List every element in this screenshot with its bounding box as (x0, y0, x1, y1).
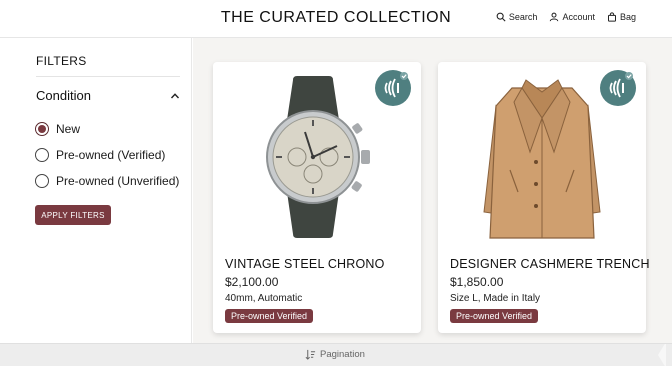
condition-option-preowned-verified[interactable]: Pre-owned (Verified) (35, 142, 179, 168)
chevron-up-icon (170, 92, 180, 98)
product-description: 40mm, Automatic (225, 293, 303, 304)
search-link[interactable]: Search (496, 12, 538, 22)
nfc-verified-badge[interactable] (600, 70, 636, 106)
nfc-verified-icon (384, 72, 408, 98)
condition-option-new[interactable]: New (35, 116, 179, 142)
nfc-verified-badge[interactable] (375, 70, 411, 106)
sort-icon (305, 349, 316, 360)
condition-badge: Pre-owned Verified (450, 309, 539, 323)
search-label: Search (508, 12, 538, 22)
account-label: Account (562, 12, 595, 22)
radio-label-preowned-verified: Pre-owned (Verified) (56, 148, 166, 162)
pagination-control[interactable]: Pagination (305, 349, 365, 360)
product-grid: VINTAGE STEEL CHRONO $2,100.00 40mm, Aut… (193, 38, 672, 343)
bag-link[interactable]: Bag (607, 12, 636, 22)
bag-icon (607, 12, 616, 22)
radio-label-preowned-unverified: Pre-owned (Unverified) (56, 174, 180, 188)
account-icon (550, 12, 559, 22)
header-nav: Search Account Bag (496, 12, 636, 22)
nfc-verified-icon (609, 72, 633, 98)
condition-options: New Pre-owned (Verified) Pre-owned (Unve… (35, 116, 179, 194)
filters-heading: FILTERS (36, 54, 87, 68)
product-card-trench[interactable]: DESIGNER CASHMERE TRENCH $1,850.00 Size … (438, 62, 650, 333)
product-card-watch[interactable]: VINTAGE STEEL CHRONO $2,100.00 40mm, Aut… (213, 62, 421, 333)
scroll-arrow-icon[interactable] (632, 344, 672, 366)
product-title[interactable]: DESIGNER CASHMERE TRENCH (450, 257, 650, 271)
radio-new[interactable] (35, 122, 49, 136)
filter-sidebar: FILTERS Condition New Pre-owned (Verifie… (0, 38, 192, 343)
product-title[interactable]: VINTAGE STEEL CHRONO (225, 257, 385, 271)
top-header: THE CURATED COLLECTION Search Account Ba… (0, 0, 672, 38)
condition-option-preowned-unverified[interactable]: Pre-owned (Unverified) (35, 168, 179, 194)
apply-filters-button[interactable]: APPLY FILTERS (35, 205, 111, 225)
radio-label-new: New (56, 122, 81, 136)
pagination-bar: Pagination (0, 343, 672, 366)
condition-heading: Condition (36, 88, 91, 103)
bag-label: Bag (619, 12, 636, 22)
search-icon (496, 12, 506, 22)
radio-preowned-unverified[interactable] (35, 174, 49, 188)
pagination-label: Pagination (320, 349, 365, 360)
filters-divider (36, 76, 180, 77)
account-link[interactable]: Account (549, 12, 595, 22)
product-description: Size L, Made in Italy (450, 293, 541, 304)
product-price: $2,100.00 (225, 275, 279, 289)
radio-preowned-verified[interactable] (35, 148, 49, 162)
condition-accordion-toggle[interactable]: Condition (36, 88, 180, 103)
condition-badge: Pre-owned Verified (225, 309, 314, 323)
product-price: $1,850.00 (450, 275, 504, 289)
